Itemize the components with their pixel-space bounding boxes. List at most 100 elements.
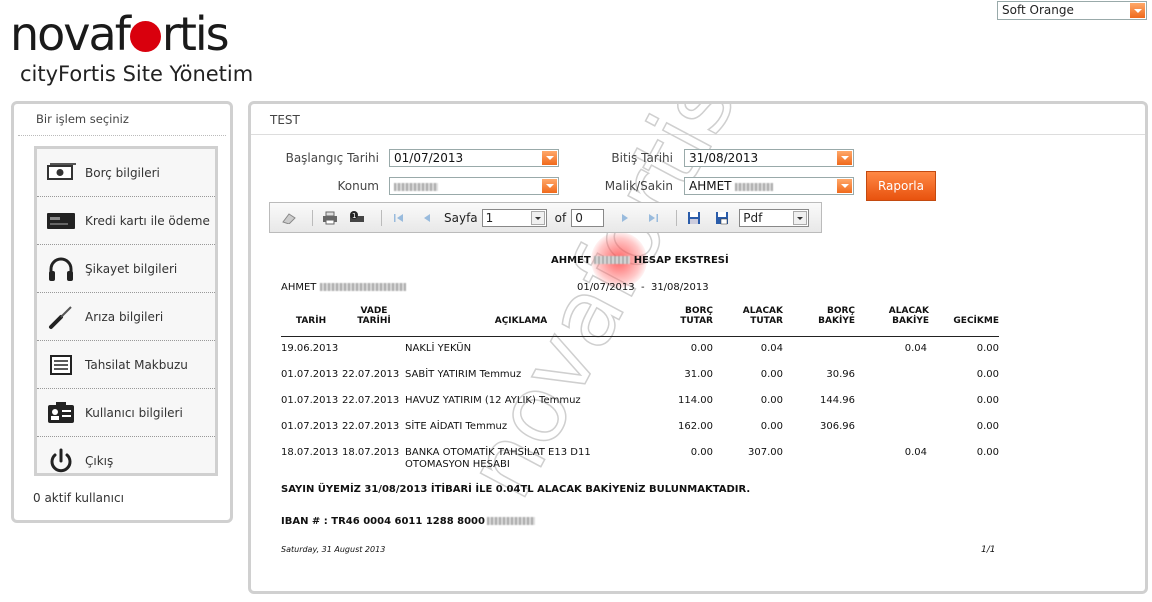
chevron-down-icon[interactable] (793, 210, 808, 225)
toolbar-divider (312, 209, 313, 226)
owner-select[interactable]: AHMET (684, 177, 854, 195)
sidebar-item-label: Borç bilgileri (85, 165, 160, 180)
first-page-icon[interactable] (388, 209, 410, 227)
col-borc-bakiye: BORÇ BAKİYE (818, 306, 855, 326)
col-tarih: TARİH (295, 316, 327, 326)
sidebar-item-label: Arıza bilgileri (85, 309, 164, 324)
sidebar-item-label: Tahsilat Makbuzu (85, 357, 188, 372)
sidebar-item-tahsilat[interactable]: Tahsilat Makbuzu (37, 341, 215, 389)
col-aciklama: AÇIKLAMA (494, 316, 548, 326)
sidebar-item-kullanici[interactable]: Kullanıcı bilgileri (37, 389, 215, 437)
cell-borc-tutar: 31.00 (684, 369, 713, 380)
end-date-field[interactable]: 31/08/2013 (684, 149, 854, 167)
sidebar-item-label: Şikayet bilgileri (85, 261, 178, 276)
cell-aciklama: SİTE AİDATI Temmuz (405, 421, 508, 432)
cell-alacak-tutar: 0.04 (760, 343, 783, 354)
page-label: Sayfa (444, 210, 478, 225)
cell-tarih: 01.07.2013 (281, 369, 339, 380)
of-label: of (554, 210, 567, 225)
next-page-icon[interactable] (614, 209, 636, 227)
location-select[interactable] (389, 177, 559, 195)
export-format-select[interactable]: Pdf (739, 208, 810, 227)
report-customer: AHMET (281, 282, 406, 293)
eraser-icon[interactable] (278, 209, 300, 227)
report-date: Saturday, 31 August 2013 (281, 545, 386, 554)
redacted-value (735, 182, 774, 191)
cell-tarih: 18.07.2013 (281, 447, 339, 458)
header-divider (281, 336, 999, 337)
money-icon (45, 157, 77, 189)
start-date-label: Başlangıç Tarihi (285, 151, 379, 165)
cell-alacak-tutar: 0.00 (760, 421, 783, 432)
page-count-field[interactable]: 0 (571, 208, 605, 227)
col-vade: VADE TARİHİ (357, 306, 391, 326)
calendar-dropdown-icon[interactable] (542, 151, 557, 165)
redacted-value (394, 182, 438, 191)
cell-borc-bakiye: 306.96 (820, 421, 855, 432)
print-options-icon[interactable]: 1 (347, 209, 369, 227)
cell-alacak-tutar: 0.00 (760, 369, 783, 380)
sidebar-item-ariza[interactable]: Arıza bilgileri (37, 293, 215, 341)
cell-borc-bakiye: 144.96 (820, 395, 855, 406)
cell-aciklama: NAKLİ YEKÜN (405, 343, 472, 354)
cell-vade: 22.07.2013 (342, 369, 400, 380)
cell-gecikme: 0.00 (976, 369, 999, 380)
cell-alacak-tutar: 0.00 (760, 395, 783, 406)
cell-borc-bakiye: 30.96 (826, 369, 855, 380)
logo: novaf rtis cityFortis Site Yönetim (10, 8, 270, 94)
active-users-count: 0 aktif kullanıcı (33, 491, 124, 505)
redacted-value (486, 517, 535, 525)
cell-gecikme: 0.00 (976, 421, 999, 432)
col-alacak-bakiye: ALACAK BAKİYE (888, 306, 929, 326)
logo-dot-icon (129, 21, 161, 52)
sidebar-item-label: Kredi kartı ile ödeme (85, 213, 210, 228)
previous-page-icon[interactable] (416, 209, 438, 227)
report-button[interactable]: Raporla (866, 171, 936, 201)
last-page-icon[interactable] (642, 209, 664, 227)
cell-aciklama: SABİT YATIRIM Temmuz (405, 369, 522, 380)
main-panel: TEST novafortis Başlangıç Tarihi 01/07/2… (248, 101, 1148, 594)
save-icon[interactable] (683, 209, 705, 227)
sidebar-header: Bir işlem seçiniz (18, 104, 226, 136)
balance-notice: SAYIN ÜYEMİZ 31/08/2013 İTİBARİ İLE 0.04… (281, 484, 751, 495)
sidebar-item-kredi-karti[interactable]: Kredi kartı ile ödeme (37, 197, 215, 245)
credit-card-icon (45, 205, 77, 237)
sidebar-item-label: Çıkış (85, 454, 114, 468)
chevron-down-icon[interactable] (542, 179, 557, 193)
logo-subtitle: cityFortis Site Yönetim (20, 62, 254, 86)
iban-line: IBAN # : TR46 0004 6011 1288 8000 (281, 516, 535, 527)
sidebar-item-cikis[interactable]: Çıkış (37, 437, 215, 485)
export-icon[interactable] (711, 209, 733, 227)
cell-borc-tutar: 0.00 (690, 343, 713, 354)
owner-label: Malik/Sakin (604, 179, 673, 193)
start-date-field[interactable]: 01/07/2013 (389, 149, 559, 167)
sidebar-item-borc[interactable]: Borç bilgileri (37, 149, 215, 197)
cell-alacak-bakiye: 0.04 (904, 343, 927, 354)
page-title: TEST (251, 104, 1145, 135)
cell-aciklama: HAVUZ YATIRIM (12 AYLIK) Temmuz (405, 395, 581, 406)
toolbar-divider (381, 209, 382, 226)
chevron-down-icon[interactable] (837, 179, 852, 193)
report-title: AHMET HESAP EKSTRESİ (551, 255, 729, 266)
print-icon[interactable] (319, 209, 341, 227)
cell-vade: 22.07.2013 (342, 395, 400, 406)
toolbar-divider (676, 209, 678, 226)
cell-vade: 22.07.2013 (342, 421, 400, 432)
cell-gecikme: 0.00 (976, 343, 999, 354)
headphones-icon (45, 253, 77, 285)
sidebar-item-sikayet[interactable]: Şikayet bilgileri (37, 245, 215, 293)
logo-brand: novaf rtis (10, 7, 230, 61)
cell-tarih: 01.07.2013 (281, 395, 339, 406)
theme-select[interactable]: Soft Orange (997, 1, 1147, 20)
redacted-value (594, 256, 631, 264)
id-card-icon (45, 397, 77, 429)
cell-gecikme: 0.00 (976, 395, 999, 406)
chevron-down-icon[interactable] (530, 210, 545, 225)
chevron-down-icon[interactable] (1130, 3, 1145, 18)
cell-borc-tutar: 162.00 (678, 421, 713, 432)
calendar-dropdown-icon[interactable] (837, 151, 852, 165)
page-number-select[interactable]: 1 (481, 208, 547, 227)
cell-alacak-bakiye: 0.04 (904, 447, 927, 458)
cell-aciklama-cont: OTOMASYON HESABI (405, 459, 510, 470)
cell-borc-tutar: 114.00 (678, 395, 713, 406)
